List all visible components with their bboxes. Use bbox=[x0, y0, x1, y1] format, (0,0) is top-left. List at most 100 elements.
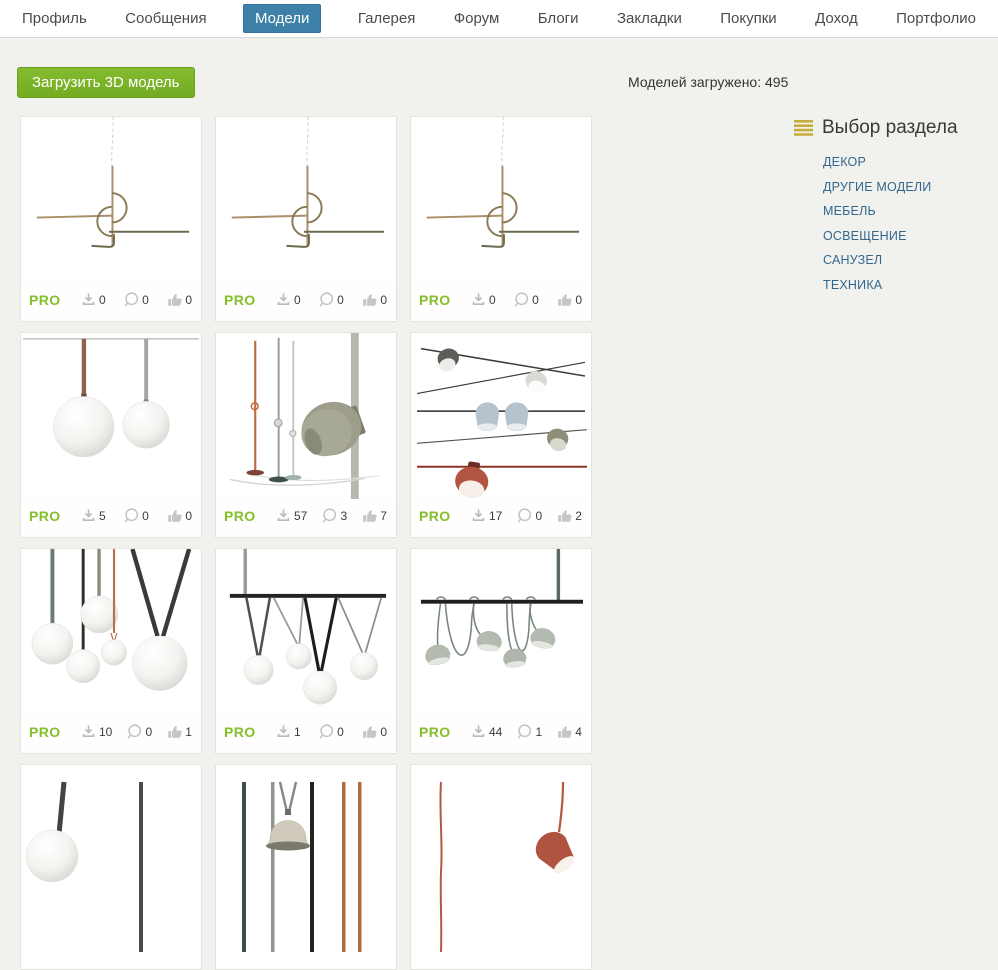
comments-count: 0 bbox=[532, 292, 539, 307]
comments-count: 1 bbox=[535, 724, 543, 739]
model-card[interactable]: PRO 0 0 0 bbox=[215, 116, 397, 322]
downloads-count: 17 bbox=[489, 508, 503, 523]
card-stats: 0 0 0 bbox=[80, 291, 192, 308]
sidebar-item-lighting[interactable]: ОСВЕЩЕНИЕ bbox=[823, 229, 994, 243]
model-card[interactable]: PRO 1 0 0 bbox=[215, 548, 397, 754]
top-nav: Профиль Сообщения Модели Галерея Форум Б… bbox=[0, 0, 998, 38]
thumbs-up-icon bbox=[363, 726, 377, 738]
comments-stat: 0 bbox=[513, 291, 539, 308]
model-thumbnail[interactable] bbox=[21, 333, 201, 499]
comments-count: 0 bbox=[337, 292, 344, 307]
likes-count: 0 bbox=[185, 508, 192, 523]
nav-tab-blogs[interactable]: Блоги bbox=[536, 4, 581, 33]
hamburger-icon bbox=[794, 120, 813, 136]
model-card[interactable]: PRO 0 0 0 bbox=[410, 116, 592, 322]
sidebar-item-bathroom[interactable]: САНУЗЕЛ bbox=[823, 253, 994, 267]
pro-badge: PRO bbox=[29, 507, 61, 524]
model-thumbnail[interactable] bbox=[411, 117, 591, 283]
comment-icon bbox=[515, 292, 529, 307]
model-thumbnail[interactable] bbox=[21, 117, 201, 283]
model-card[interactable]: PRO 5 0 0 bbox=[20, 332, 202, 538]
pro-badge: PRO bbox=[29, 291, 61, 308]
download-icon bbox=[472, 293, 485, 306]
model-card[interactable] bbox=[410, 764, 592, 970]
cord-dome-pendants-art bbox=[420, 549, 584, 668]
cable-spotlights-art bbox=[416, 347, 587, 499]
thumbs-up-icon bbox=[558, 726, 572, 738]
sidebar-item-other-models[interactable]: ДРУГИЕ МОДЕЛИ bbox=[823, 180, 994, 194]
model-card[interactable] bbox=[215, 764, 397, 970]
model-card[interactable]: PRO 57 3 7 bbox=[215, 332, 397, 538]
model-thumbnail[interactable] bbox=[216, 765, 396, 969]
downloads-stat: 10 bbox=[80, 723, 112, 740]
nav-tab-portfolio[interactable]: Портфолио bbox=[894, 4, 978, 33]
red-cone-pendant-art bbox=[439, 781, 575, 953]
comments-count: 0 bbox=[145, 724, 153, 739]
wire-line-wall-lamp-art bbox=[426, 117, 580, 248]
model-card[interactable] bbox=[20, 764, 202, 970]
downloads-count: 0 bbox=[99, 292, 106, 307]
nav-tab-profile[interactable]: Профиль bbox=[20, 4, 89, 33]
likes-count: 0 bbox=[380, 724, 387, 739]
pro-badge: PRO bbox=[419, 507, 451, 524]
card-stats: 57 3 7 bbox=[275, 507, 387, 524]
comments-stat: 0 bbox=[318, 723, 344, 740]
downloads-count: 44 bbox=[489, 724, 503, 739]
nav-tab-forum[interactable]: Форум bbox=[452, 4, 502, 33]
floor-lamps-art bbox=[229, 333, 380, 499]
model-thumbnail[interactable] bbox=[411, 549, 591, 715]
comment-icon bbox=[320, 724, 334, 739]
nav-tab-models[interactable]: Модели bbox=[243, 4, 322, 33]
sidebar-header: Выбор раздела bbox=[794, 117, 994, 139]
likes-stat: 0 bbox=[166, 507, 192, 524]
likes-count: 1 bbox=[185, 724, 192, 739]
comments-stat: 0 bbox=[123, 507, 149, 524]
download-icon bbox=[277, 725, 290, 738]
model-grid: PRO 0 0 0 PRO 0 0 0 PRO 0 0 0 PRO 5 0 0 … bbox=[20, 116, 592, 970]
comments-stat: 0 bbox=[318, 291, 344, 308]
sidebar-item-appliances[interactable]: ТЕХНИКА bbox=[823, 278, 994, 292]
likes-stat: 0 bbox=[361, 723, 387, 740]
model-thumbnail[interactable] bbox=[411, 765, 591, 969]
upload-3d-model-button[interactable]: Загрузить 3D модель bbox=[17, 67, 195, 98]
likes-count: 0 bbox=[185, 292, 192, 307]
model-thumbnail[interactable] bbox=[21, 765, 201, 969]
model-card[interactable]: PRO 17 0 2 bbox=[410, 332, 592, 538]
downloads-stat: 5 bbox=[80, 507, 106, 524]
download-icon bbox=[277, 509, 290, 522]
card-stats: 5 0 0 bbox=[80, 507, 192, 524]
nav-tab-bookmarks[interactable]: Закладки bbox=[615, 4, 684, 33]
model-thumbnail[interactable] bbox=[21, 549, 201, 715]
downloads-stat: 0 bbox=[80, 291, 106, 308]
sidebar-item-decor[interactable]: ДЕКОР bbox=[823, 155, 994, 169]
model-thumbnail[interactable] bbox=[216, 333, 396, 499]
comments-stat: 0 bbox=[123, 291, 149, 308]
model-card[interactable]: PRO 0 0 0 bbox=[20, 116, 202, 322]
downloads-stat: 44 bbox=[470, 723, 502, 740]
sphere-pendant-art bbox=[25, 781, 143, 952]
nav-tab-messages[interactable]: Сообщения bbox=[123, 4, 208, 33]
downloads-count: 0 bbox=[294, 292, 301, 307]
model-thumbnail[interactable] bbox=[216, 117, 396, 283]
model-thumbnail[interactable] bbox=[216, 549, 396, 715]
download-icon bbox=[82, 725, 95, 738]
comments-count: 3 bbox=[340, 508, 348, 523]
downloads-stat: 0 bbox=[470, 291, 496, 308]
model-card[interactable]: PRO 10 0 1 bbox=[20, 548, 202, 754]
card-footer: PRO 17 0 2 bbox=[411, 499, 591, 537]
model-thumbnail[interactable] bbox=[411, 333, 591, 499]
comments-stat: 0 bbox=[516, 507, 542, 524]
model-card[interactable]: PRO 44 1 4 bbox=[410, 548, 592, 754]
nav-tab-purchases[interactable]: Покупки bbox=[718, 4, 778, 33]
thumbs-up-icon bbox=[168, 510, 182, 522]
nav-tab-income[interactable]: Доход bbox=[813, 4, 860, 33]
comments-count: 0 bbox=[337, 724, 344, 739]
card-stats: 0 0 0 bbox=[275, 291, 387, 308]
sidebar-item-furniture[interactable]: МЕБЕЛЬ bbox=[823, 204, 994, 218]
wire-line-wall-lamp-art bbox=[231, 117, 385, 248]
pro-badge: PRO bbox=[29, 723, 61, 740]
downloads-count: 57 bbox=[294, 508, 308, 523]
likes-stat: 7 bbox=[361, 507, 387, 524]
nav-tab-gallery[interactable]: Галерея bbox=[356, 4, 418, 33]
card-footer: PRO 0 0 0 bbox=[21, 283, 201, 321]
